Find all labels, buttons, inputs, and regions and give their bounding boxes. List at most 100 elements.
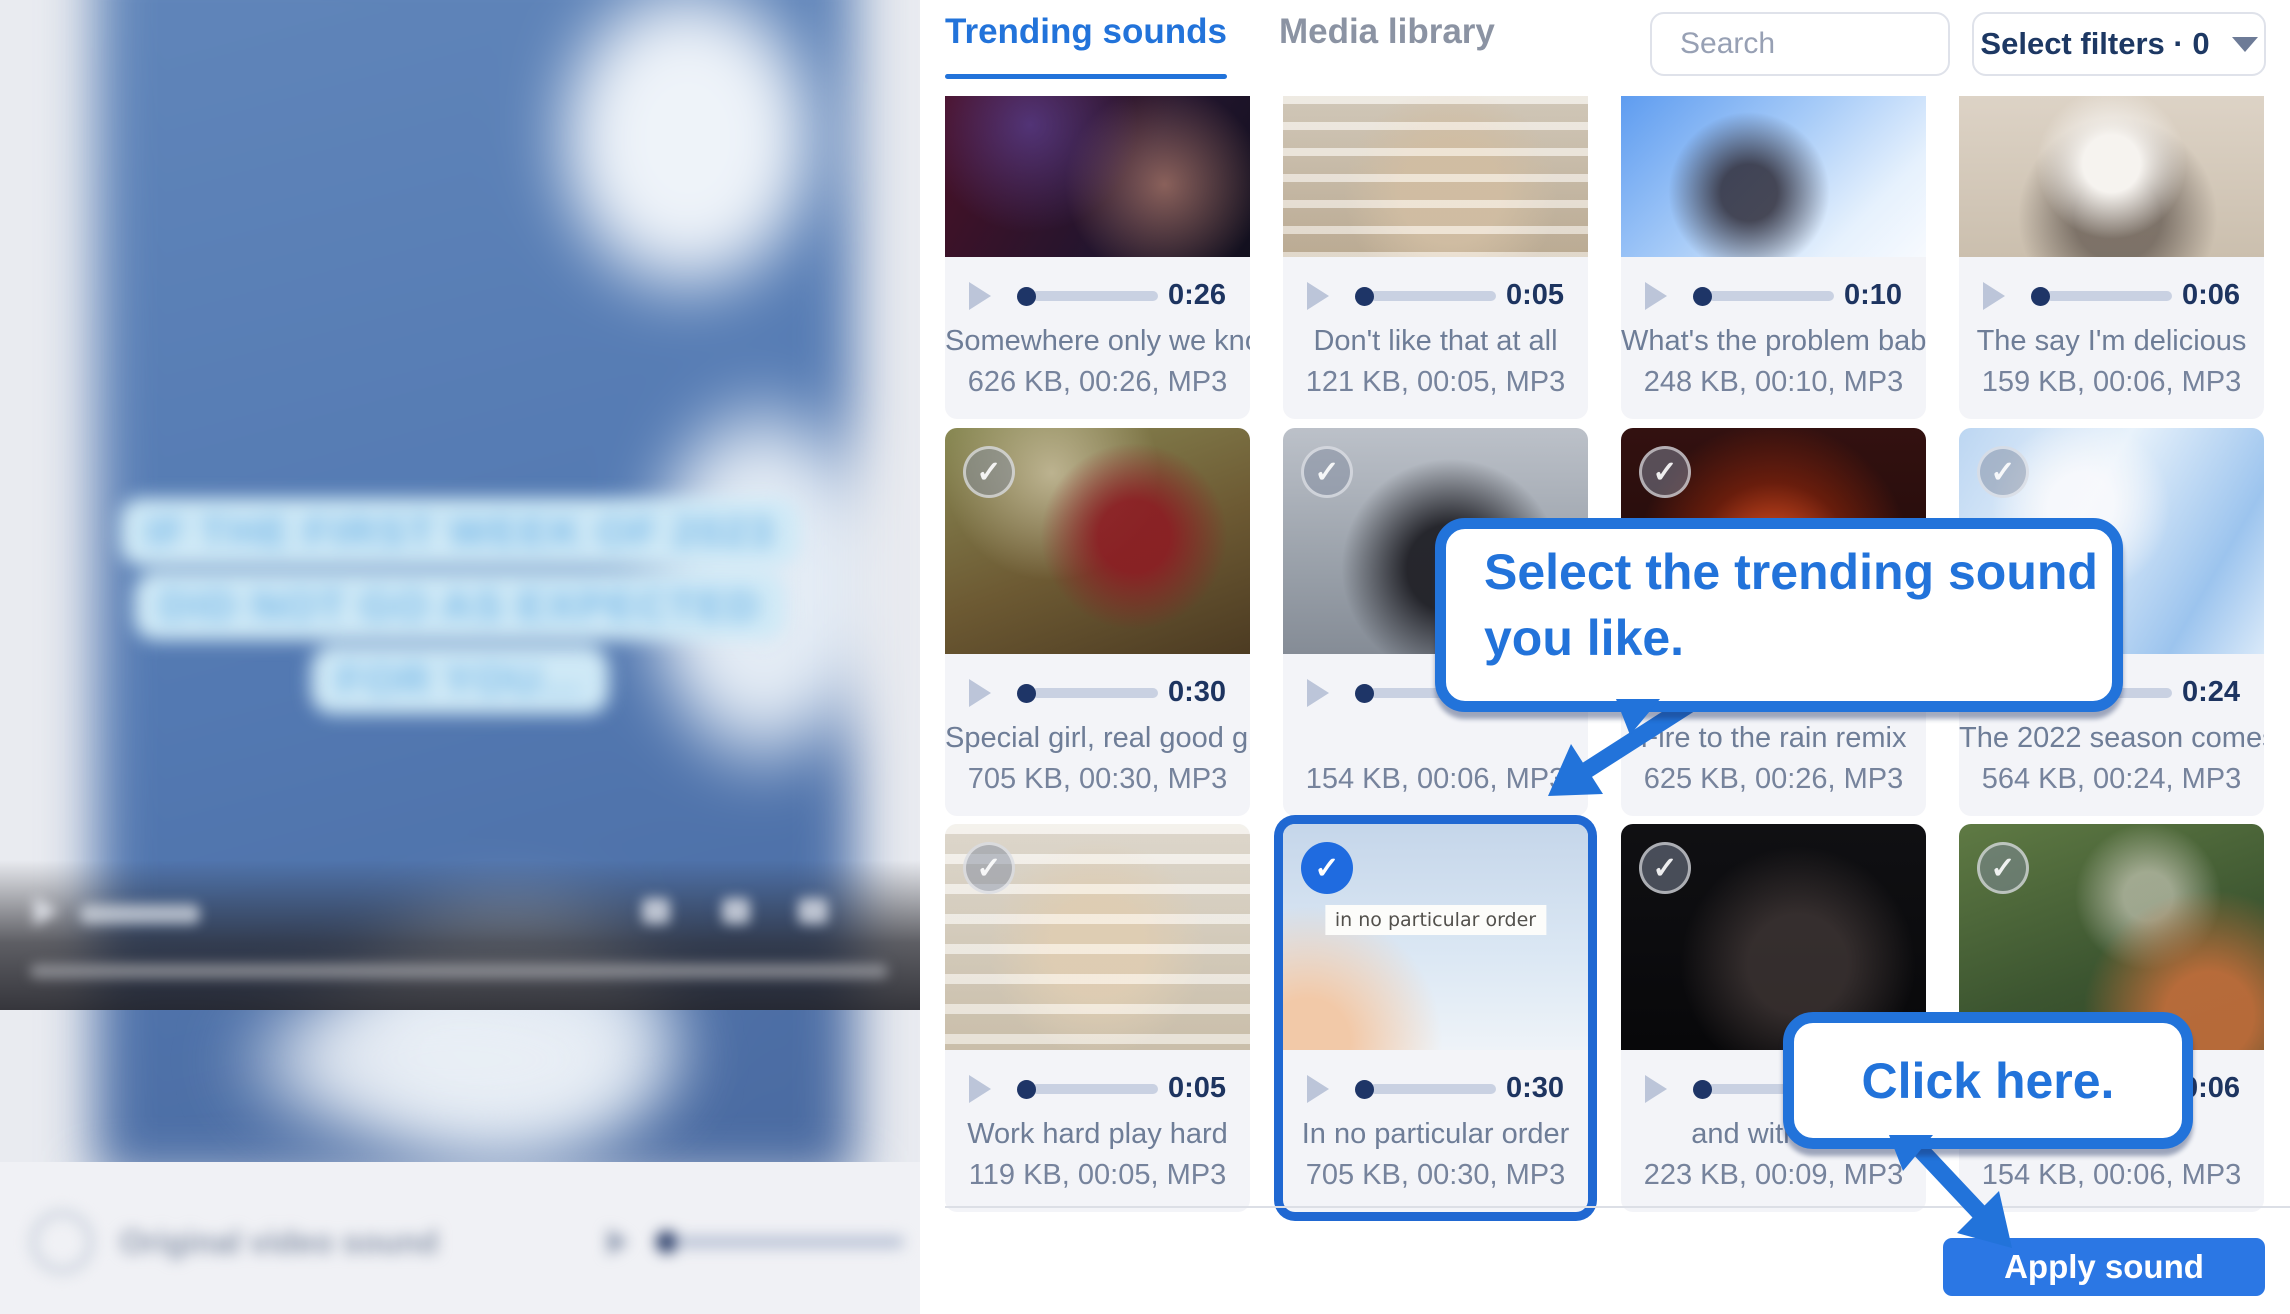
checkmark-badge[interactable]: ✓ <box>1301 446 1353 498</box>
chevron-down-icon <box>2232 37 2258 52</box>
sound-thumbnail[interactable] <box>1283 96 1588 257</box>
sound-meta: 705 KB, 00:30, MP3 <box>1283 1159 1588 1212</box>
tab-bar: Trending sounds Media library <box>945 12 1495 79</box>
audio-controls: 0:10 <box>1621 257 1926 313</box>
audio-controls: 0:30 <box>945 654 1250 710</box>
play-icon[interactable] <box>1645 1075 1667 1103</box>
play-icon[interactable] <box>1983 282 2005 310</box>
sound-title: Somewhere only we know- <box>945 325 1250 361</box>
sound-thumbnail[interactable] <box>945 96 1250 257</box>
checkmark-badge[interactable]: ✓ <box>1977 842 2029 894</box>
callout-tail <box>1616 699 1660 735</box>
sound-title: The say I'm delicious <box>1959 325 2264 361</box>
progress-dot <box>1355 684 1374 703</box>
checkmark-badge[interactable]: ✓ <box>963 446 1015 498</box>
video-controls-bar <box>0 860 920 1010</box>
checkmark-badge[interactable]: ✓ <box>1639 842 1691 894</box>
duration-label: 0:10 <box>1844 279 1902 313</box>
audio-controls: 0:30 <box>1283 1050 1588 1106</box>
sound-card[interactable]: in no particular order✓0:30In no particu… <box>1283 824 1588 1212</box>
original-sound-row: Original video sound 0:24 <box>0 1202 920 1282</box>
progress-dot <box>1017 684 1036 703</box>
tab-trending-sounds[interactable]: Trending sounds <box>945 12 1227 79</box>
sound-meta: 121 KB, 00:05, MP3 <box>1283 366 1588 419</box>
progress-track[interactable] <box>1370 1084 1496 1094</box>
tab-trending-label: Trending sounds <box>945 12 1227 51</box>
sound-play-icon[interactable] <box>608 1229 628 1255</box>
sound-thumbnail[interactable]: ✓ <box>945 428 1250 654</box>
sound-meta: 564 KB, 00:24, MP3 <box>1959 763 2264 816</box>
progress-dot <box>1355 1080 1374 1099</box>
video-play-icon[interactable] <box>34 896 58 926</box>
sound-card[interactable]: 0:10 What's the problem baby 248 KB, 00:10… <box>1621 96 1926 419</box>
checkmark-badge[interactable]: ✓ <box>963 842 1015 894</box>
search-input[interactable] <box>1652 14 1948 74</box>
video-caption: IF THE FIRST WEEK OF 2023 DID NOT GO AS … <box>0 495 920 717</box>
sound-meta: 248 KB, 00:10, MP3 <box>1621 366 1926 419</box>
sound-thumbnail[interactable]: in no particular order ✓ <box>1283 824 1588 1050</box>
progress-dot <box>1693 1080 1712 1099</box>
sound-title: What's the problem baby <box>1621 325 1926 361</box>
play-icon[interactable] <box>969 1075 991 1103</box>
sound-card[interactable]: 0:06The say I'm delicious159 KB, 00:06, … <box>1959 96 2264 419</box>
progress-dot <box>1355 287 1374 306</box>
sound-meta: 626 KB, 00:26, MP3 <box>945 366 1250 419</box>
play-icon[interactable] <box>1307 1075 1329 1103</box>
caption-line: FOR YOU... <box>311 646 609 714</box>
play-icon[interactable] <box>1307 679 1329 707</box>
play-icon[interactable] <box>969 282 991 310</box>
audio-controls: 0:26 <box>945 257 1250 313</box>
tab-media-library[interactable]: Media library <box>1279 12 1495 52</box>
progress-track[interactable] <box>1032 1084 1158 1094</box>
play-icon[interactable] <box>1645 282 1667 310</box>
callout-select-text: Select the trending sound you like. <box>1484 544 2098 666</box>
sound-title: The 2022 season comes to <box>1959 722 2264 758</box>
sound-title: Don't like that at all <box>1283 325 1588 361</box>
video-volume-icon[interactable] <box>642 898 670 924</box>
radio-circle-icon[interactable] <box>30 1210 94 1274</box>
play-icon[interactable] <box>969 679 991 707</box>
tab-media-label: Media library <box>1279 12 1495 51</box>
sound-card[interactable]: 0:26 Somewhere only we know- 626 KB, 00:26… <box>945 96 1250 419</box>
audio-controls: 0:05 <box>945 1050 1250 1106</box>
checkmark-badge[interactable]: ✓ <box>1639 446 1691 498</box>
progress-track[interactable] <box>1032 291 1158 301</box>
video-frame: IF THE FIRST WEEK OF 2023 DID NOT GO AS … <box>0 0 920 1162</box>
sound-thumbnail[interactable] <box>1959 96 2264 257</box>
select-filters-dropdown[interactable]: Select filters · 0 <box>1972 12 2266 76</box>
checkmark-badge-selected[interactable]: ✓ <box>1301 842 1353 894</box>
duration-label: 0:06 <box>2182 279 2240 313</box>
caption-line: DID NOT GO AS EXPECTED <box>134 572 786 640</box>
video-progress-bar[interactable] <box>30 964 888 978</box>
thumbnail-caption: in no particular order <box>1325 905 1546 935</box>
progress-track[interactable] <box>2046 291 2172 301</box>
progress-dot <box>1693 287 1712 306</box>
callout-tail <box>1889 1135 1933 1171</box>
callout-click-here: Click here. <box>1783 1012 2193 1149</box>
select-filters-label: Select filters · 0 <box>1980 26 2209 62</box>
progress-track[interactable] <box>1032 688 1158 698</box>
sound-card[interactable]: ✓ 0:30 Special girl, real good girl 705 KB,… <box>945 428 1250 816</box>
video-timestamp <box>80 904 200 924</box>
progress-track[interactable] <box>1708 291 1834 301</box>
original-sound-label: Original video sound <box>120 1224 438 1261</box>
active-tab-underline <box>945 74 1227 79</box>
video-fullscreen-icon[interactable] <box>798 898 828 924</box>
footer-divider <box>945 1206 2290 1208</box>
progress-dot <box>1017 287 1036 306</box>
duration-label: 0:30 <box>1506 1072 1564 1106</box>
sound-title: Special girl, real good girl <box>945 722 1250 758</box>
checkmark-badge[interactable]: ✓ <box>1977 446 2029 498</box>
sound-card[interactable]: 0:05 Don't like that at all 121 KB, 00:05,… <box>1283 96 1588 419</box>
sound-thumbnail[interactable]: ✓ <box>945 824 1250 1050</box>
sound-meta: 705 KB, 00:30, MP3 <box>945 763 1250 816</box>
sound-progress-track[interactable] <box>674 1236 904 1248</box>
sound-grid-row: 0:26 Somewhere only we know- 626 KB, 00:26… <box>945 96 2264 419</box>
caption-line: IF THE FIRST WEEK OF 2023 <box>120 498 801 566</box>
sound-thumbnail[interactable] <box>1621 96 1926 257</box>
sound-card[interactable]: ✓0:05Work hard play hard119 KB, 00:05, M… <box>945 824 1250 1212</box>
play-icon[interactable] <box>1307 282 1329 310</box>
audio-controls: 0:05 <box>1283 257 1588 313</box>
progress-track[interactable] <box>1370 291 1496 301</box>
video-settings-icon[interactable] <box>722 898 750 924</box>
